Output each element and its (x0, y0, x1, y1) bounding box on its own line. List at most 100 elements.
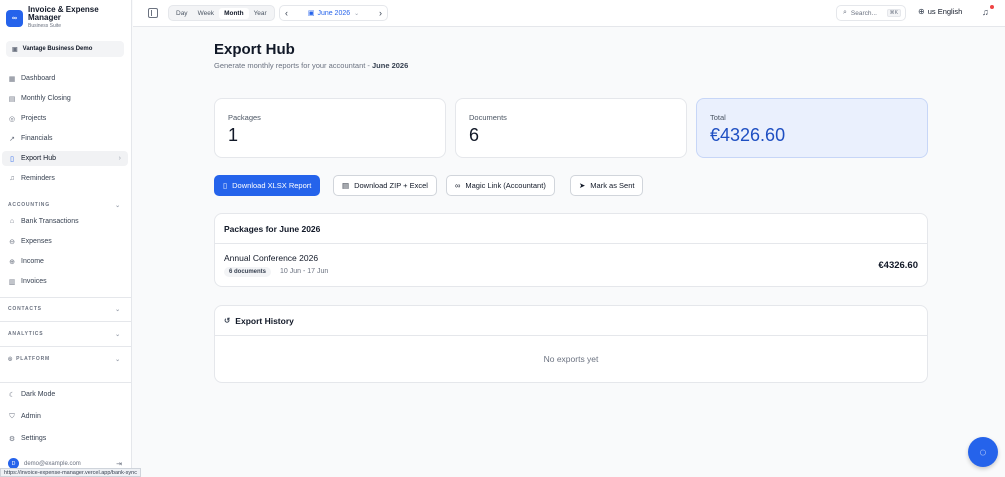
export-history-card: ↺ Export History No exports yet (214, 305, 928, 383)
sidebar-item-reminders[interactable]: ♫ Reminders (2, 171, 128, 186)
clipboard-icon: ▤ (8, 95, 16, 103)
divider (0, 382, 132, 383)
brand[interactable]: ∞ Invoice & Expense Manager Business Sui… (6, 6, 118, 29)
search-placeholder: Search... (850, 9, 877, 17)
download-zip-button[interactable]: ▤ Download ZIP + Excel (333, 175, 437, 196)
gear-icon: ⚙ (8, 435, 16, 443)
view-year[interactable]: Year (249, 8, 272, 19)
package-docs-badge: 6 documents (224, 267, 272, 277)
sidebar-item-bank-transactions[interactable]: ⌂ Bank Transactions (2, 214, 128, 229)
platform-icon: ◎ (8, 356, 14, 362)
divider (0, 321, 132, 322)
divider (0, 346, 132, 347)
sidebar-item-export-hub[interactable]: ▯ Export Hub › (2, 151, 128, 166)
chevron-down-icon: ⌄ (115, 331, 121, 338)
search-icon: ⌕ (843, 9, 847, 16)
grid-icon: ▦ (8, 75, 16, 83)
expense-icon: ⊖ (9, 238, 15, 246)
divider (0, 297, 132, 298)
empty-state: No exports yet (543, 354, 599, 364)
view-week[interactable]: Week (193, 8, 220, 19)
month-label: June 2026 (317, 9, 351, 17)
magic-link-button[interactable]: ∞ Magic Link (Accountant) (446, 175, 555, 196)
language-label: us English (927, 7, 963, 16)
shield-icon: ⛉ (9, 412, 15, 420)
view-month[interactable]: Month (219, 7, 249, 19)
moon-icon: ☾ (8, 391, 16, 399)
download-xlsx-button[interactable]: ▯ Download XLSX Report (214, 175, 321, 196)
file-icon: ▯ (10, 155, 14, 163)
workspace-selector[interactable]: ▣ Vantage Business Demo (6, 41, 124, 57)
sidebar-item-admin[interactable]: ⛉ Admin (2, 409, 128, 424)
section-contacts[interactable]: CONTACTS ⌄ (8, 306, 123, 313)
notification-dot (990, 5, 994, 9)
logout-icon[interactable]: ⇥ (116, 460, 122, 468)
view-day[interactable]: Day (171, 8, 193, 19)
status-bar-url: https://invoice-expense-manager.vercel.a… (0, 468, 141, 477)
user-email: demo@example.com (24, 460, 81, 467)
chevron-down-icon: ⌄ (115, 356, 121, 363)
app-title: Invoice & Expense Manager (28, 5, 99, 22)
stat-card-total: Total €4326.60 (696, 98, 928, 158)
sidebar-item-expenses[interactable]: ⊖ Expenses (2, 234, 128, 249)
chevron-right-icon: › (118, 155, 121, 162)
page-subtitle: Generate monthly reports for your accoun… (214, 61, 409, 70)
notifications-bell-icon[interactable]: ♫ (982, 7, 989, 17)
history-icon: ↺ (224, 316, 231, 325)
chat-icon: ◌ (979, 445, 987, 459)
target-icon: ◎ (8, 115, 16, 123)
chevron-left-icon[interactable]: ‹ (285, 8, 288, 18)
package-name: Annual Conference 2026 (224, 253, 319, 263)
chevron-right-icon[interactable]: › (379, 8, 382, 18)
chat-button[interactable]: ◌ (968, 437, 998, 467)
archive-icon: ▤ (342, 181, 350, 190)
packages-card: Packages for June 2026 Annual Conference… (214, 213, 928, 287)
globe-icon: ⊕ (918, 7, 925, 16)
sidebar-item-financials[interactable]: ↗ Financials (2, 131, 128, 146)
income-icon: ⊕ (9, 258, 15, 266)
package-dates: 10 Jun - 17 Jun (280, 268, 329, 275)
sidebar-toggle-icon[interactable] (148, 8, 158, 18)
sidebar-item-monthly-closing[interactable]: ▤ Monthly Closing (2, 91, 128, 106)
top-bar: Day Week Month Year ‹ ▣ June 2026 ⌄ › ⌕ … (133, 0, 1005, 27)
invoice-icon: ▥ (8, 278, 16, 286)
bank-icon: ⌂ (9, 218, 15, 225)
bell-icon: ♫ (9, 175, 15, 182)
search-shortcut: ⌘K (886, 9, 901, 17)
export-history-title: Export History (235, 315, 294, 326)
chevron-down-icon: ⌄ (354, 10, 360, 17)
sidebar: ∞ Invoice & Expense Manager Business Sui… (0, 0, 132, 477)
section-analytics[interactable]: ANALYTICS ⌄ (8, 331, 123, 338)
view-selector: Day Week Month Year (168, 5, 275, 21)
sidebar-item-projects[interactable]: ◎ Projects (2, 111, 128, 126)
sidebar-item-income[interactable]: ⊕ Income (2, 254, 128, 269)
packages-title: Packages for June 2026 (215, 214, 927, 244)
stat-card-documents: Documents 6 (455, 98, 687, 158)
file-icon: ▯ (223, 181, 228, 190)
package-row[interactable]: Annual Conference 2026 6 documents 10 Ju… (215, 244, 927, 286)
stat-card-packages: Packages 1 (214, 98, 446, 158)
trend-icon: ↗ (9, 135, 15, 143)
sidebar-item-invoices[interactable]: ▥ Invoices (2, 274, 128, 289)
language-selector[interactable]: ⊕ us English (918, 7, 962, 16)
month-navigator: ‹ ▣ June 2026 ⌄ › (279, 5, 388, 21)
month-picker[interactable]: ▣ June 2026 ⌄ (307, 9, 360, 18)
send-icon: ➤ (579, 181, 586, 190)
building-icon: ▣ (12, 46, 18, 53)
section-accounting[interactable]: ACCOUNTING ⌄ (8, 202, 123, 209)
link-icon: ∞ (455, 181, 461, 190)
page-title: Export Hub (214, 41, 295, 58)
section-platform[interactable]: ◎ PLATFORM ⌄ (8, 356, 123, 363)
sidebar-item-settings[interactable]: ⚙ Settings (2, 431, 128, 446)
search-input[interactable]: ⌕ Search... ⌘K (836, 5, 906, 21)
mark-sent-button[interactable]: ➤ Mark as Sent (570, 175, 644, 196)
chevron-down-icon: ⌄ (115, 306, 121, 313)
app-logo-icon: ∞ (6, 10, 23, 27)
app-subtitle: Business Suite (28, 23, 62, 29)
chevron-down-icon: ⌄ (115, 202, 121, 209)
sidebar-item-dashboard[interactable]: ▦ Dashboard (2, 71, 128, 86)
dark-mode-toggle[interactable]: ☾ Dark Mode (2, 387, 128, 402)
package-amount: €4326.60 (878, 260, 918, 271)
workspace-name: Vantage Business Demo (22, 46, 93, 52)
calendar-icon: ▣ (307, 10, 315, 17)
